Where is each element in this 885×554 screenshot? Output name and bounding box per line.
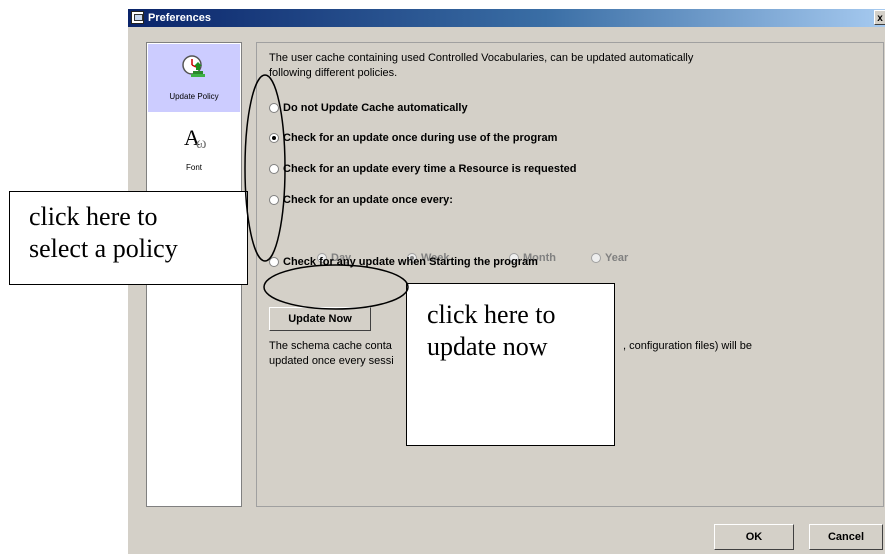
font-icon: A ω [148, 125, 240, 153]
update-policy-icon [148, 54, 240, 82]
title-bar[interactable]: Preferences x [128, 9, 885, 27]
radio-button[interactable] [269, 195, 279, 206]
cancel-button[interactable]: Cancel [809, 524, 883, 550]
schema-text-line1-start: The schema cache conta [269, 340, 392, 352]
radio-button[interactable] [269, 133, 279, 144]
annotation-text: click here to [427, 300, 556, 329]
policy-option-on-start[interactable]: Check for any update when Starting the p… [269, 256, 538, 270]
annotation-update-now: click here to update now [406, 283, 615, 446]
sidebar-item-update-policy[interactable]: Update Policy [148, 44, 240, 112]
font-glyph-sub: ω [196, 135, 207, 152]
policy-option-periodic[interactable]: Check for an update once every: [269, 194, 453, 208]
schema-text-line1-end: , configuration files) will be [623, 340, 753, 352]
sidebar-item-label: Update Policy [169, 92, 219, 101]
intro-text-line1: The user cache containing used Controlle… [269, 52, 694, 64]
period-option-year[interactable]: Year [591, 252, 628, 264]
radio-button[interactable] [591, 253, 601, 264]
window-title: Preferences [148, 12, 211, 24]
app-icon [131, 11, 144, 24]
update-now-button[interactable]: Update Now [269, 307, 371, 331]
annotation-text: click here to [29, 202, 158, 231]
ok-button[interactable]: OK [714, 524, 794, 550]
radio-button[interactable] [269, 103, 279, 114]
policy-option-once-per-use[interactable]: Check for an update once during use of t… [269, 132, 557, 146]
sidebar-item-font[interactable]: A ω Font [148, 115, 240, 183]
sidebar-item-label: Font [185, 163, 202, 172]
policy-option-every-request[interactable]: Check for an update every time a Resourc… [269, 163, 576, 177]
schema-text-line2: updated once every sessi [269, 355, 394, 367]
annotation-select-policy: click here to select a policy [9, 191, 248, 285]
radio-button[interactable] [269, 164, 279, 175]
intro-text-line2: following different policies. [269, 67, 398, 79]
policy-option-no-update[interactable]: Do not Update Cache automatically [269, 102, 468, 116]
close-button[interactable]: x [874, 10, 885, 25]
annotation-text: select a policy [29, 234, 178, 263]
annotation-text: update now [427, 332, 548, 361]
radio-button[interactable] [269, 257, 279, 268]
